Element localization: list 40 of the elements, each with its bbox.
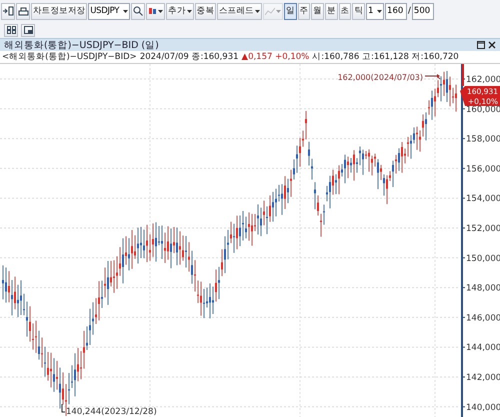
symbol-dropdown[interactable]: USDJPY bbox=[88, 2, 130, 20]
period-tab[interactable]: 일 bbox=[284, 2, 297, 20]
low-label: 140,244(2023/12/28) bbox=[66, 407, 157, 417]
total-field[interactable]: 500 bbox=[412, 2, 434, 20]
maximize-icon[interactable] bbox=[477, 41, 485, 49]
search-icon[interactable] bbox=[131, 2, 146, 20]
high-arrow bbox=[424, 74, 440, 80]
low-leader-line bbox=[62, 404, 66, 412]
save-chart-button[interactable]: 차트정보저장 bbox=[31, 2, 88, 20]
change-text: ▲0,157 +0,10% bbox=[242, 52, 310, 62]
caret-icon bbox=[158, 10, 164, 12]
line-chart-icon bbox=[264, 6, 275, 16]
candlestick-icon bbox=[148, 6, 158, 16]
separator: / bbox=[408, 6, 411, 16]
grid-layout-icon[interactable] bbox=[4, 24, 18, 36]
series-name: <해외통화(통합)−USDJPY−BID> bbox=[2, 51, 137, 63]
add-dropdown[interactable]: 추가 bbox=[166, 2, 194, 20]
lock-layout-icon[interactable] bbox=[21, 24, 35, 36]
caret-icon bbox=[186, 10, 192, 12]
close-icon[interactable] bbox=[488, 41, 496, 49]
chart-type-dropdown[interactable] bbox=[146, 2, 166, 20]
overlap-button[interactable]: 중복 bbox=[194, 2, 216, 20]
high-label: 162,000(2024/07/03) bbox=[338, 73, 423, 82]
ohl-text: 시:160,786 고:161,128 저:160,720 bbox=[312, 51, 459, 63]
caret-icon bbox=[377, 10, 382, 12]
date-close-text: 2024/07/09 종:160,931 bbox=[140, 51, 239, 63]
caret-icon bbox=[254, 10, 260, 12]
spread-dropdown[interactable]: 스프레드 bbox=[217, 2, 262, 20]
caret-icon bbox=[276, 10, 281, 12]
period-tab[interactable]: 초 bbox=[338, 2, 352, 20]
caret-icon bbox=[123, 10, 128, 12]
period-tab[interactable]: 주 bbox=[298, 2, 310, 20]
period-tab[interactable]: 틱 bbox=[352, 2, 366, 20]
interval-dropdown[interactable]: 1 bbox=[366, 2, 384, 20]
period-tab[interactable]: 월 bbox=[311, 2, 324, 20]
print-icon[interactable] bbox=[16, 2, 30, 20]
period-tab[interactable]: 분 bbox=[324, 2, 338, 20]
panel-toggle-icon[interactable] bbox=[1, 2, 15, 20]
count-field[interactable]: 160 bbox=[385, 2, 408, 20]
panel-title: 해외통화(통합)−USDJPY−BID (일) bbox=[4, 38, 159, 52]
